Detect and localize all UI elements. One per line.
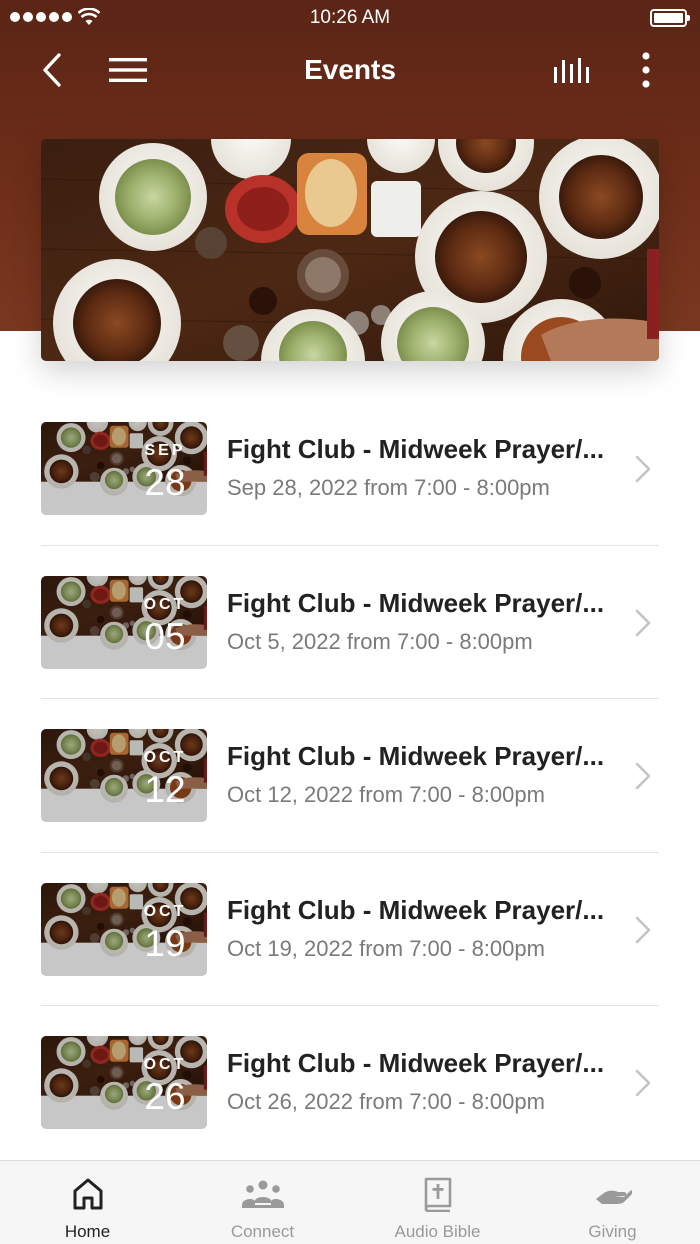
event-row[interactable]: OCT 05 Fight Club - Midweek Prayer/... O… xyxy=(41,546,659,699)
event-day: 05 xyxy=(144,615,186,657)
tab-bar: Home Connect Audio Bible Giving xyxy=(0,1160,700,1244)
hamburger-menu-icon xyxy=(109,57,147,88)
event-title: Fight Club - Midweek Prayer/... xyxy=(227,434,605,464)
chevron-right-icon xyxy=(635,915,651,945)
group-icon xyxy=(175,1175,350,1213)
event-date: Oct 26, 2022 from 7:00 - 8:00pm xyxy=(227,1089,545,1114)
more-vertical-icon xyxy=(641,51,651,93)
giving-hand-icon xyxy=(525,1175,700,1213)
event-row[interactable]: OCT 19 Fight Club - Midweek Prayer/... O… xyxy=(41,853,659,1006)
event-day: 28 xyxy=(144,462,186,503)
chevron-left-icon xyxy=(41,52,63,93)
event-title: Fight Club - Midweek Prayer/... xyxy=(227,1048,605,1078)
event-thumbnail: OCT 12 xyxy=(41,729,207,822)
status-bar: 10:26 AM xyxy=(0,0,700,36)
event-day: 19 xyxy=(144,922,186,964)
event-date: Sep 28, 2022 from 7:00 - 8:00pm xyxy=(227,475,550,500)
back-button[interactable] xyxy=(30,40,74,104)
event-day: 26 xyxy=(144,1076,186,1117)
event-row[interactable]: SEP 28 Fight Club - Midweek Prayer/... S… xyxy=(41,392,659,546)
event-row[interactable]: OCT 26 Fight Club - Midweek Prayer/... O… xyxy=(41,1006,659,1160)
menu-button[interactable] xyxy=(102,40,154,104)
more-options-button[interactable] xyxy=(626,40,666,104)
tab-audio-bible[interactable]: Audio Bible xyxy=(350,1161,525,1244)
event-row[interactable]: OCT 12 Fight Club - Midweek Prayer/... O… xyxy=(41,699,659,853)
event-month: OCT xyxy=(143,749,187,766)
tab-label: Home xyxy=(64,1222,111,1241)
tab-home[interactable]: Home xyxy=(0,1161,175,1244)
event-month: SEP xyxy=(144,442,186,459)
audio-button[interactable] xyxy=(545,40,601,104)
event-list: SEP 28 Fight Club - Midweek Prayer/... S… xyxy=(41,392,659,1160)
event-title: Fight Club - Midweek Prayer/... xyxy=(227,587,605,618)
bible-icon xyxy=(350,1175,525,1213)
event-month: OCT xyxy=(143,902,187,920)
tab-label: Audio Bible xyxy=(394,1222,481,1241)
event-thumbnail: OCT 26 xyxy=(41,1036,207,1129)
hero-image[interactable] xyxy=(41,139,659,361)
event-date: Oct 19, 2022 from 7:00 - 8:00pm xyxy=(227,935,545,961)
tab-connect[interactable]: Connect xyxy=(175,1161,350,1244)
event-date: Oct 12, 2022 from 7:00 - 8:00pm xyxy=(227,782,545,807)
food-table-photo xyxy=(41,139,659,361)
event-thumbnail: SEP 28 xyxy=(41,422,207,515)
event-month: OCT xyxy=(143,1056,187,1073)
tab-label: Giving xyxy=(588,1222,637,1241)
event-title: Fight Club - Midweek Prayer/... xyxy=(227,894,605,925)
event-date: Oct 5, 2022 from 7:00 - 8:00pm xyxy=(227,628,533,654)
chevron-right-icon xyxy=(635,608,651,638)
status-time: 10:26 AM xyxy=(309,7,391,28)
event-month: OCT xyxy=(143,595,187,613)
chevron-right-icon xyxy=(635,761,651,791)
home-icon xyxy=(0,1175,175,1213)
chevron-right-icon xyxy=(635,454,651,484)
event-day: 12 xyxy=(144,769,186,810)
battery-icon xyxy=(650,9,690,27)
tab-giving[interactable]: Giving xyxy=(525,1161,700,1244)
event-title: Fight Club - Midweek Prayer/... xyxy=(227,741,605,771)
audio-levels-icon xyxy=(553,57,593,88)
event-thumbnail: OCT 05 xyxy=(41,575,207,669)
chevron-right-icon xyxy=(635,1068,651,1098)
nav-bar: Events xyxy=(0,40,700,104)
tab-label: Connect xyxy=(230,1222,295,1241)
event-thumbnail: OCT 19 xyxy=(41,882,207,976)
